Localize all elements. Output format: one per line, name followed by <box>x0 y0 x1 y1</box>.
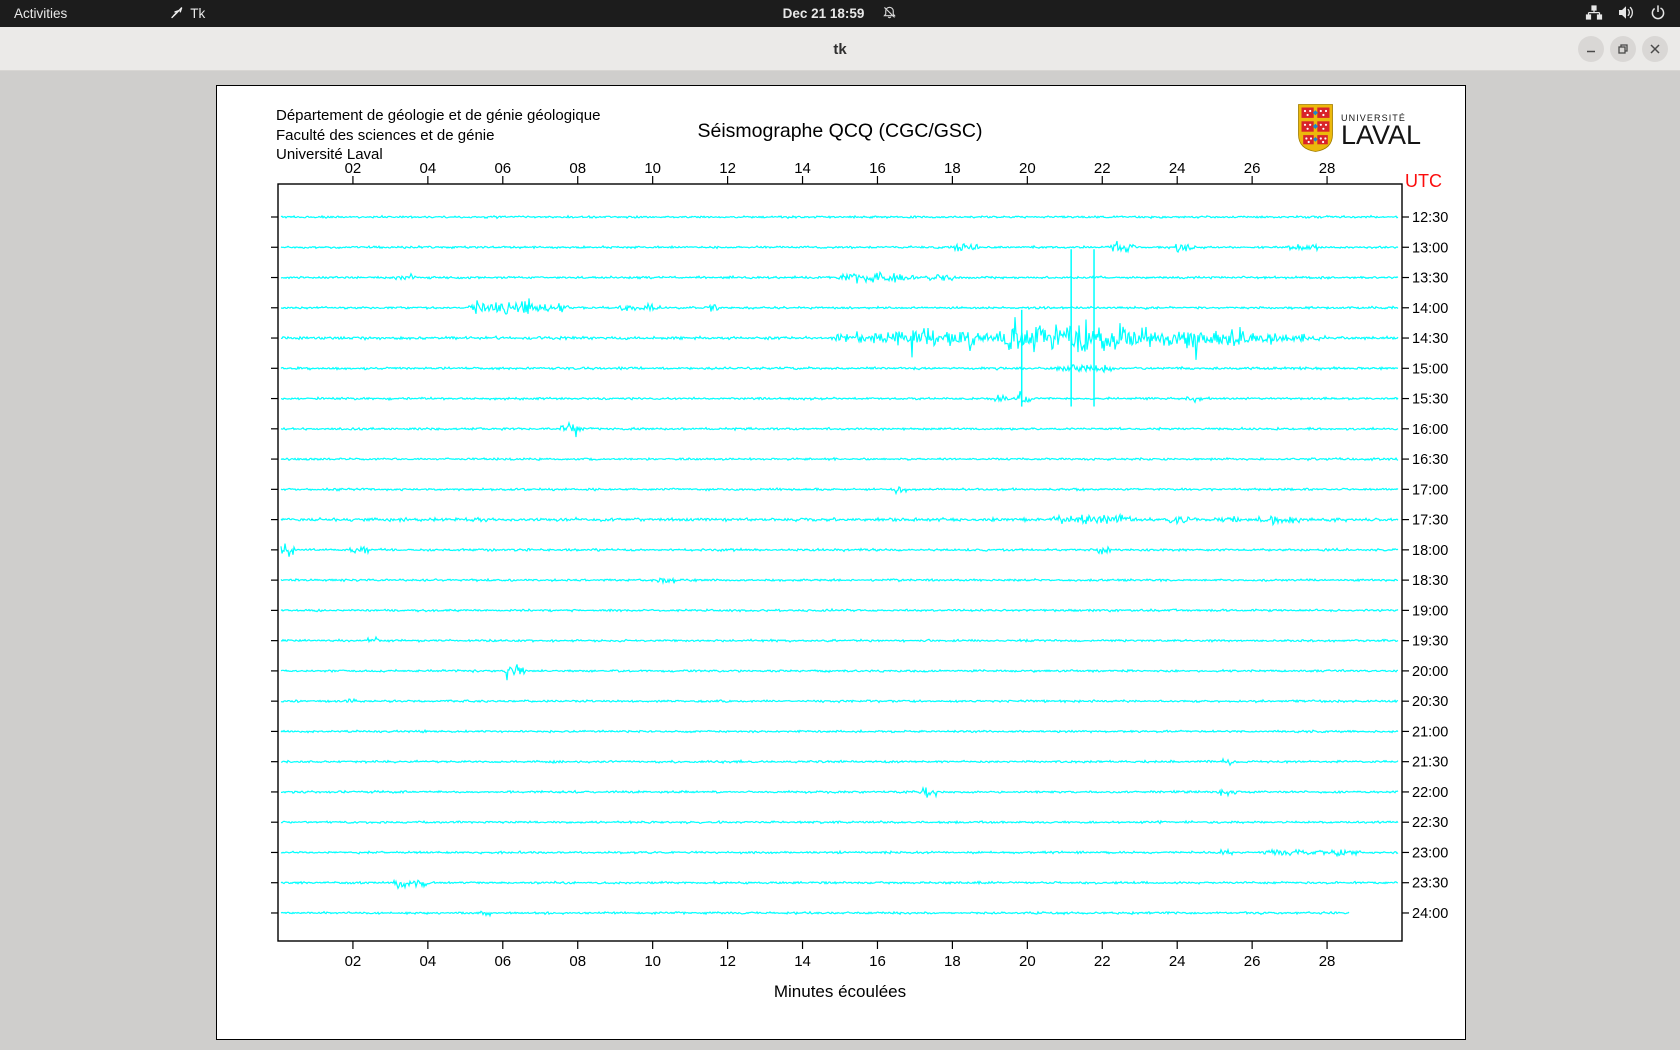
power-icon[interactable] <box>1650 4 1666 23</box>
seismo-trace <box>280 757 1399 767</box>
seismograph-canvas: Département de géologie et de génie géol… <box>216 85 1466 1040</box>
seismo-trace <box>280 576 1399 585</box>
utc-time-label: 17:00 <box>1412 482 1448 498</box>
x-tick-label-top: 06 <box>494 160 511 177</box>
utc-time-label: 20:30 <box>1412 694 1448 710</box>
x-tick-label-bottom: 02 <box>345 953 362 970</box>
window-title: tk <box>833 40 847 58</box>
seismo-trace <box>280 635 1399 644</box>
utc-time-label: 19:00 <box>1412 603 1448 619</box>
seismo-trace <box>280 240 1399 254</box>
x-tick-label-top: 04 <box>420 160 437 177</box>
utc-time-label: 17:30 <box>1412 513 1448 529</box>
x-tick-label-bottom: 10 <box>644 953 661 970</box>
x-tick-label-top: 08 <box>569 160 586 177</box>
x-tick-label-top: 16 <box>869 160 886 177</box>
seismo-trace <box>280 420 1399 438</box>
seismo-trace <box>280 214 1399 220</box>
utc-time-label: 23:30 <box>1412 876 1448 892</box>
x-tick-label-top: 10 <box>644 160 661 177</box>
utc-time-label: 20:00 <box>1412 664 1448 680</box>
seismo-trace <box>280 512 1399 527</box>
utc-time-label: 14:00 <box>1412 301 1448 317</box>
x-tick-label-bottom: 08 <box>569 953 586 970</box>
seismo-trace <box>280 543 1399 557</box>
seismo-trace <box>280 819 1399 825</box>
x-tick-label-bottom: 18 <box>944 953 961 970</box>
utc-time-label: 16:30 <box>1412 452 1448 468</box>
seismo-trace <box>280 664 1399 681</box>
utc-time-label: 22:00 <box>1412 785 1448 801</box>
utc-time-label: 23:00 <box>1412 845 1448 861</box>
window-titlebar[interactable]: tk <box>0 27 1680 71</box>
x-tick-label-top: 20 <box>1019 160 1036 177</box>
x-tick-label-bottom: 24 <box>1169 953 1186 970</box>
x-tick-label-bottom: 22 <box>1094 953 1111 970</box>
utc-time-label: 22:30 <box>1412 815 1448 831</box>
x-tick-label-bottom: 14 <box>794 953 811 970</box>
gnome-top-bar: Activities Tk Dec 21 18:59 <box>0 0 1680 27</box>
utc-time-label: 18:30 <box>1412 573 1448 589</box>
utc-time-label: 15:30 <box>1412 392 1448 408</box>
x-tick-label-top: 26 <box>1244 160 1261 177</box>
x-tick-label-bottom: 16 <box>869 953 886 970</box>
x-tick-label-bottom: 04 <box>420 953 437 970</box>
x-tick-label-bottom: 26 <box>1244 953 1261 970</box>
x-tick-label-bottom: 28 <box>1319 953 1336 970</box>
seismo-trace <box>280 607 1399 613</box>
close-button[interactable] <box>1642 36 1668 62</box>
seismo-trace <box>280 485 1399 496</box>
utc-time-label: 13:00 <box>1412 240 1448 256</box>
seismo-trace <box>280 363 1399 374</box>
utc-time-label: 21:00 <box>1412 724 1448 740</box>
x-tick-label-top: 22 <box>1094 160 1111 177</box>
seismo-trace <box>280 391 1399 404</box>
seismo-trace <box>280 456 1399 462</box>
clock[interactable]: Dec 21 18:59 <box>783 6 865 21</box>
x-tick-label-bottom: 06 <box>494 953 511 970</box>
seismo-trace <box>280 697 1399 704</box>
maximize-restore-button[interactable] <box>1610 36 1636 62</box>
seismo-trace <box>281 785 1399 799</box>
x-tick-label-top: 24 <box>1169 160 1186 177</box>
utc-time-label: 24:00 <box>1412 906 1448 922</box>
utc-time-label: 13:30 <box>1412 271 1448 287</box>
seismo-trace <box>280 878 1399 890</box>
x-tick-label-top: 18 <box>944 160 961 177</box>
x-tick-label-top: 28 <box>1319 160 1336 177</box>
utc-time-label: 21:30 <box>1412 755 1448 771</box>
seismo-trace <box>280 910 1350 918</box>
network-wired-icon[interactable] <box>1585 4 1603 23</box>
seismo-trace <box>280 317 1399 360</box>
volume-icon[interactable] <box>1618 5 1635 23</box>
plot-frame <box>277 183 1403 942</box>
minimize-button[interactable] <box>1578 36 1604 62</box>
x-tick-label-bottom: 20 <box>1019 953 1036 970</box>
seismo-trace <box>280 847 1399 858</box>
x-tick-label-top: 12 <box>719 160 736 177</box>
utc-time-label: 14:30 <box>1412 331 1448 347</box>
utc-time-label: 15:00 <box>1412 361 1448 377</box>
utc-time-label: 19:30 <box>1412 634 1448 650</box>
seismo-trace <box>280 270 1399 284</box>
seismogram-plot: 02 02 04 04 06 06 08 08 10 10 12 12 14 14 16 16 18 18 20 20… <box>271 160 1448 970</box>
tk-window-content: Département de géologie et de génie géol… <box>0 71 1680 1050</box>
notifications-muted-bell-icon[interactable] <box>882 5 897 23</box>
utc-time-label: 16:00 <box>1412 422 1448 438</box>
seismo-trace <box>280 728 1399 734</box>
x-axis-title: Minutes écoulées <box>773 982 907 1001</box>
utc-time-label: 18:00 <box>1412 543 1448 559</box>
x-tick-label-bottom: 12 <box>719 953 736 970</box>
utc-time-label: 12:30 <box>1412 210 1448 226</box>
x-tick-label-top: 14 <box>794 160 811 177</box>
seismo-trace <box>280 298 1399 315</box>
x-tick-label-top: 02 <box>345 160 362 177</box>
